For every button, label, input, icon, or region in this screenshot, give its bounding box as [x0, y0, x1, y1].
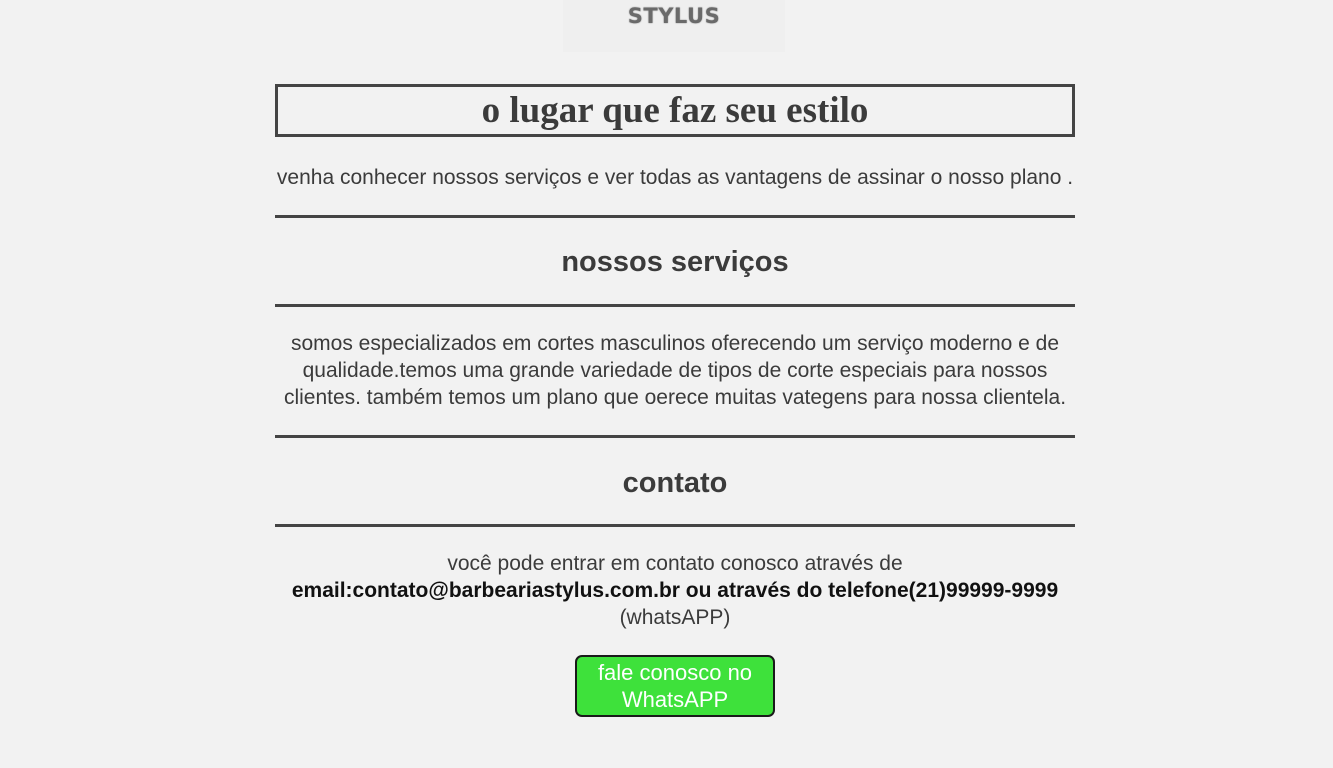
contact-text-whatsapp: (whatsAPP): [619, 606, 731, 629]
main-content: o lugar que faz seu estilo venha conhece…: [275, 84, 1075, 717]
divider: [275, 215, 1075, 218]
intro-text: venha conhecer nossos serviços e ver tod…: [276, 166, 1074, 189]
contact-text: você pode entrar em contato conosco atra…: [275, 550, 1075, 631]
hero-title: o lugar que faz seu estilo: [275, 84, 1075, 137]
whatsapp-button[interactable]: fale conosco no WhatsAPP: [575, 655, 775, 717]
services-text: somos especializados em cortes masculino…: [283, 332, 1067, 409]
contact-heading: contato: [622, 467, 728, 499]
logo-text: STYLUS: [627, 4, 721, 28]
contact-text-intro: você pode entrar em contato conosco atra…: [447, 552, 903, 575]
divider: [275, 524, 1075, 527]
divider: [275, 435, 1075, 438]
contact-details: email:contato@barbeariastylus.com.br ou …: [291, 579, 1059, 602]
services-heading: nossos serviços: [561, 246, 789, 278]
logo: STYLUS: [563, 0, 785, 52]
divider: [275, 304, 1075, 307]
